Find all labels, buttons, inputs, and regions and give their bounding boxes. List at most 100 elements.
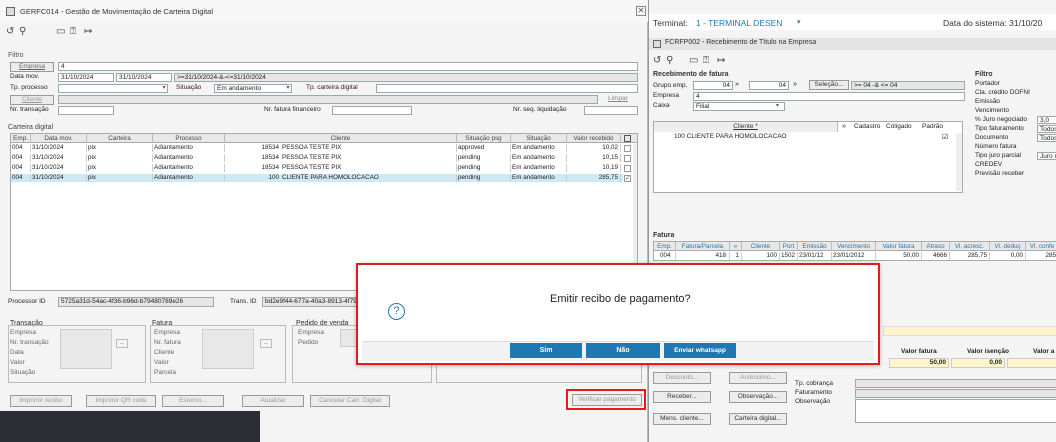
nrfatura-input[interactable] xyxy=(332,106,412,115)
col-header[interactable]: Vl. deduç xyxy=(990,242,1026,251)
row-checkbox-icon[interactable] xyxy=(624,145,631,152)
col-header[interactable]: Port xyxy=(780,242,798,251)
col-header[interactable]: Situação psg xyxy=(457,134,511,143)
date-from-input[interactable]: 31/10/2024 xyxy=(58,73,114,82)
observacao-field[interactable] xyxy=(855,399,1056,423)
limpar-button[interactable]: Limpar xyxy=(608,95,628,103)
nrseq-input[interactable] xyxy=(584,106,638,115)
col-header[interactable]: Atraso xyxy=(922,242,950,251)
col-header[interactable]: Data mov. xyxy=(31,134,87,143)
calendar-icon[interactable]: ▭ xyxy=(56,26,65,37)
filtro-value[interactable]: Todos xyxy=(1037,125,1056,133)
estorno-button[interactable]: Estorno... xyxy=(162,395,224,407)
search-icon[interactable]: ⚲ xyxy=(19,26,26,37)
empresa-input[interactable]: 4 xyxy=(58,62,638,71)
nrtrans-input[interactable] xyxy=(58,106,114,115)
chevron-down-icon[interactable]: ▾ xyxy=(776,102,779,109)
col-header[interactable]: Vl. confe xyxy=(1026,242,1056,251)
date-to-input[interactable]: 31/10/2024 xyxy=(116,73,172,82)
filtro-value[interactable]: 3,0 xyxy=(1037,116,1056,124)
nao-button[interactable]: Não xyxy=(586,343,660,358)
terminal-value[interactable]: 1 - TERMINAL DESEN xyxy=(696,18,782,28)
acrescimo-button[interactable]: Acréscimo... xyxy=(729,372,787,384)
caixa-select[interactable]: Filial xyxy=(693,102,785,111)
valor-a-label: Valor a xyxy=(1033,348,1055,355)
col-header[interactable]: Processo xyxy=(153,134,225,143)
col-header[interactable]: Situação xyxy=(511,134,567,143)
tpcart-select[interactable] xyxy=(376,84,638,93)
undo-icon[interactable]: ↺ xyxy=(653,55,661,66)
grupo-from-input[interactable]: 04 xyxy=(693,81,733,90)
more-icon[interactable]: » xyxy=(793,81,797,88)
row-checkbox-checked-icon[interactable]: ✓ xyxy=(624,175,631,182)
undo-icon[interactable]: ↺ xyxy=(6,26,14,37)
situacao-select[interactable]: Em andamento xyxy=(214,84,292,93)
lookup-icon[interactable]: ... xyxy=(260,339,272,348)
selecao-button[interactable]: Seleção... xyxy=(809,80,849,90)
checkbox-header-icon[interactable] xyxy=(624,135,631,142)
atualizar-button[interactable]: Atualizar xyxy=(242,395,304,407)
imprimir-qr-button[interactable]: Imprimir QR code xyxy=(86,395,156,407)
mens-cliente-button[interactable]: Mens. cliente... xyxy=(653,413,711,425)
calendar-icon[interactable]: ▭ xyxy=(689,55,698,66)
scrollbar[interactable] xyxy=(956,133,962,191)
receber-button[interactable]: Receber... xyxy=(653,391,711,403)
verificar-pagamento-button[interactable]: Verificar pagamento xyxy=(572,394,642,406)
cadastro-button[interactable]: Cadastro xyxy=(854,122,880,132)
search-icon[interactable]: ⚲ xyxy=(666,55,673,66)
table-row[interactable]: 004 31/10/2024 pix Adiantamento 18534 PE… xyxy=(11,164,623,172)
col-header[interactable]: Cliente xyxy=(742,242,780,251)
row-checkbox-icon[interactable] xyxy=(624,165,631,172)
grid-header: Emp. Data mov. Carteira Processo Cliente… xyxy=(11,134,637,143)
col-header[interactable]: » xyxy=(730,242,742,251)
col-header[interactable]: Emp. xyxy=(654,242,676,251)
filtro-value[interactable]: Todos xyxy=(1037,134,1056,142)
exit-icon[interactable]: ↦ xyxy=(84,26,92,37)
cliente-button[interactable]: Cliente xyxy=(10,95,54,105)
filtro-value[interactable]: Juro n xyxy=(1037,152,1056,160)
lookup-icon[interactable]: ... xyxy=(116,339,128,348)
sim-button[interactable]: Sim xyxy=(510,343,582,358)
help-icon[interactable]: ⍰ xyxy=(703,55,709,66)
table-row[interactable]: 004 418 1 100 1502 23/01/12 23/01/2012 5… xyxy=(654,252,1056,260)
help-icon[interactable]: ⍰ xyxy=(70,26,76,37)
col-header[interactable]: Fatura/Parcela xyxy=(676,242,730,251)
table-row[interactable]: 004 31/10/2024 pix Adiantamento 18534 PE… xyxy=(11,144,623,152)
observacao-button[interactable]: Observação... xyxy=(729,391,787,403)
cliente-input[interactable] xyxy=(58,95,598,104)
grupo-to-input[interactable]: 04 xyxy=(749,81,789,90)
col-header[interactable]: Valor recebido xyxy=(567,134,621,143)
tpproc-select[interactable] xyxy=(58,84,168,93)
col-header[interactable]: Emp. xyxy=(11,134,31,143)
close-icon[interactable]: ✕ xyxy=(636,6,646,16)
coligado-button[interactable]: Coligado xyxy=(886,122,912,132)
col-header[interactable]: Vencimento xyxy=(832,242,876,251)
checkbox-checked-icon[interactable]: ☑ xyxy=(942,134,948,141)
more-icon[interactable]: » xyxy=(842,122,846,132)
cell-date: 31/10/2024 xyxy=(31,164,87,172)
empresa-input[interactable]: 4 xyxy=(693,92,965,101)
cancelar-button[interactable]: Cancelar Cart. Digital xyxy=(310,395,390,407)
carteira-digital-button[interactable]: Carteira digital... xyxy=(729,413,787,425)
col-header[interactable]: Carteira xyxy=(87,134,153,143)
empresa-button[interactable]: Empresa xyxy=(10,62,54,72)
chevron-down-icon[interactable]: ▾ xyxy=(160,84,168,93)
row-checkbox-icon[interactable] xyxy=(624,155,631,162)
terminal-bar: Terminal: 1 - TERMINAL DESEN ▾ Data do s… xyxy=(649,14,1056,30)
padrao-button[interactable]: Padrão xyxy=(922,122,943,132)
exit-icon[interactable]: ↦ xyxy=(717,55,725,66)
desconto-button[interactable]: Desconto... xyxy=(653,372,711,384)
col-header[interactable]: Cliente xyxy=(225,134,457,143)
chevron-down-icon[interactable]: ▾ xyxy=(284,84,292,93)
col-header[interactable]: Vl. acresc. xyxy=(950,242,990,251)
more-icon[interactable]: » xyxy=(735,81,739,88)
cliente-row[interactable]: 100 CLIENTE PARA HOMOLOCACAO xyxy=(674,133,787,141)
imprimir-recibo-button[interactable]: Imprimir recibo xyxy=(10,395,72,407)
col-header[interactable]: Emissão xyxy=(798,242,832,251)
table-row[interactable]: 004 31/10/2024 pix Adiantamento 18534 PE… xyxy=(11,154,623,162)
cliente-header[interactable]: Cliente * xyxy=(654,122,838,132)
table-row-selected[interactable]: 004 31/10/2024 pix Adiantamento 100 CLIE… xyxy=(11,174,623,182)
whatsapp-button[interactable]: Enviar whatsapp xyxy=(664,343,736,358)
chevron-down-icon[interactable]: ▾ xyxy=(797,18,801,26)
col-header[interactable]: Valor fatura xyxy=(876,242,922,251)
